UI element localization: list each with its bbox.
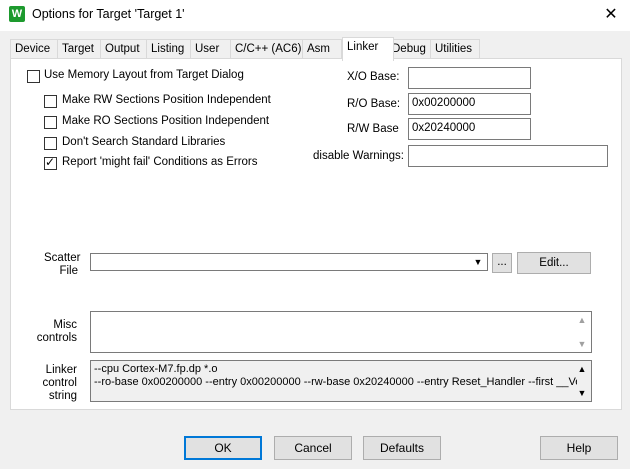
use-memory-layout-checkbox[interactable]: [27, 70, 40, 83]
linker-line-1: --cpu Cortex-M7.fp.dp *.o: [94, 363, 218, 375]
scroll-up-icon[interactable]: ▲: [577, 315, 587, 325]
ok-button[interactable]: OK: [184, 436, 262, 460]
misc-controls-textarea[interactable]: [90, 311, 592, 353]
scroll-down-icon[interactable]: ▼: [577, 388, 587, 398]
dont-search-libs-label: Don't Search Standard Libraries: [62, 136, 226, 148]
tab-target[interactable]: Target: [57, 39, 105, 60]
tab-utilities[interactable]: Utilities: [430, 39, 480, 60]
disable-warnings-label: disable Warnings:: [313, 150, 404, 162]
tab-user[interactable]: User: [190, 39, 234, 60]
use-memory-layout-label: Use Memory Layout from Target Dialog: [44, 69, 244, 81]
linker-label-3: string: [48, 390, 77, 402]
might-fail-errors-label: Report 'might fail' Conditions as Errors: [62, 156, 258, 168]
disable-warnings-input[interactable]: [408, 145, 608, 167]
edit-button[interactable]: Edit...: [517, 252, 591, 274]
scroll-up-icon[interactable]: ▲: [577, 364, 587, 374]
tab-output[interactable]: Output: [100, 39, 152, 60]
linker-line-2: --ro-base 0x00200000 --entry 0x00200000 …: [94, 376, 577, 388]
scatter-label-2: File: [59, 265, 78, 277]
tab-listing[interactable]: Listing: [146, 39, 196, 60]
app-icon: W: [9, 6, 25, 22]
tab-device[interactable]: Device: [10, 39, 62, 60]
tab-cpp[interactable]: C/C++ (AC6): [230, 39, 308, 60]
linker-label-2: control: [42, 377, 77, 389]
tab-bar: Device Target Output Listing User C/C++ …: [10, 37, 622, 61]
rw-independent-checkbox[interactable]: [44, 95, 57, 108]
dont-search-libs-checkbox[interactable]: [44, 137, 57, 150]
linker-panel: Use Memory Layout from Target Dialog Mak…: [10, 58, 622, 410]
rw-base-input[interactable]: 0x20240000: [408, 118, 531, 140]
tab-asm[interactable]: Asm: [302, 39, 342, 60]
misc-label-2: controls: [36, 332, 77, 344]
xo-base-label: X/O Base:: [347, 71, 400, 83]
linker-control-string[interactable]: --cpu Cortex-M7.fp.dp *.o --ro-base 0x00…: [90, 360, 592, 402]
scatter-label-1: Scatter: [44, 252, 81, 264]
tab-linker[interactable]: Linker: [342, 37, 394, 61]
browse-button[interactable]: ...: [492, 253, 512, 273]
ro-base-label: R/O Base:: [347, 98, 401, 110]
cancel-button[interactable]: Cancel: [274, 436, 352, 460]
xo-base-input[interactable]: [408, 67, 531, 89]
ro-base-input[interactable]: 0x00200000: [408, 93, 531, 115]
scroll-down-icon[interactable]: ▼: [577, 339, 587, 349]
ro-independent-label: Make RO Sections Position Independent: [62, 115, 270, 127]
defaults-button[interactable]: Defaults: [363, 436, 441, 460]
close-icon[interactable]: ✕: [598, 3, 624, 27]
scatter-file-combobox[interactable]: [90, 253, 488, 271]
rw-independent-label: Make RW Sections Position Independent: [62, 94, 271, 106]
title-bar: W Options for Target 'Target 1' ✕: [0, 0, 630, 31]
ro-independent-checkbox[interactable]: [44, 116, 57, 129]
linker-label-1: Linker: [45, 364, 77, 376]
tab-debug[interactable]: Debug: [387, 39, 436, 60]
help-button[interactable]: Help: [540, 436, 618, 460]
misc-label-1: Misc: [53, 319, 77, 331]
rw-base-label: R/W Base: [347, 123, 399, 135]
might-fail-errors-checkbox[interactable]: [44, 155, 57, 170]
window-title: Options for Target 'Target 1': [32, 7, 185, 21]
chevron-down-icon[interactable]: ▼: [471, 255, 485, 269]
